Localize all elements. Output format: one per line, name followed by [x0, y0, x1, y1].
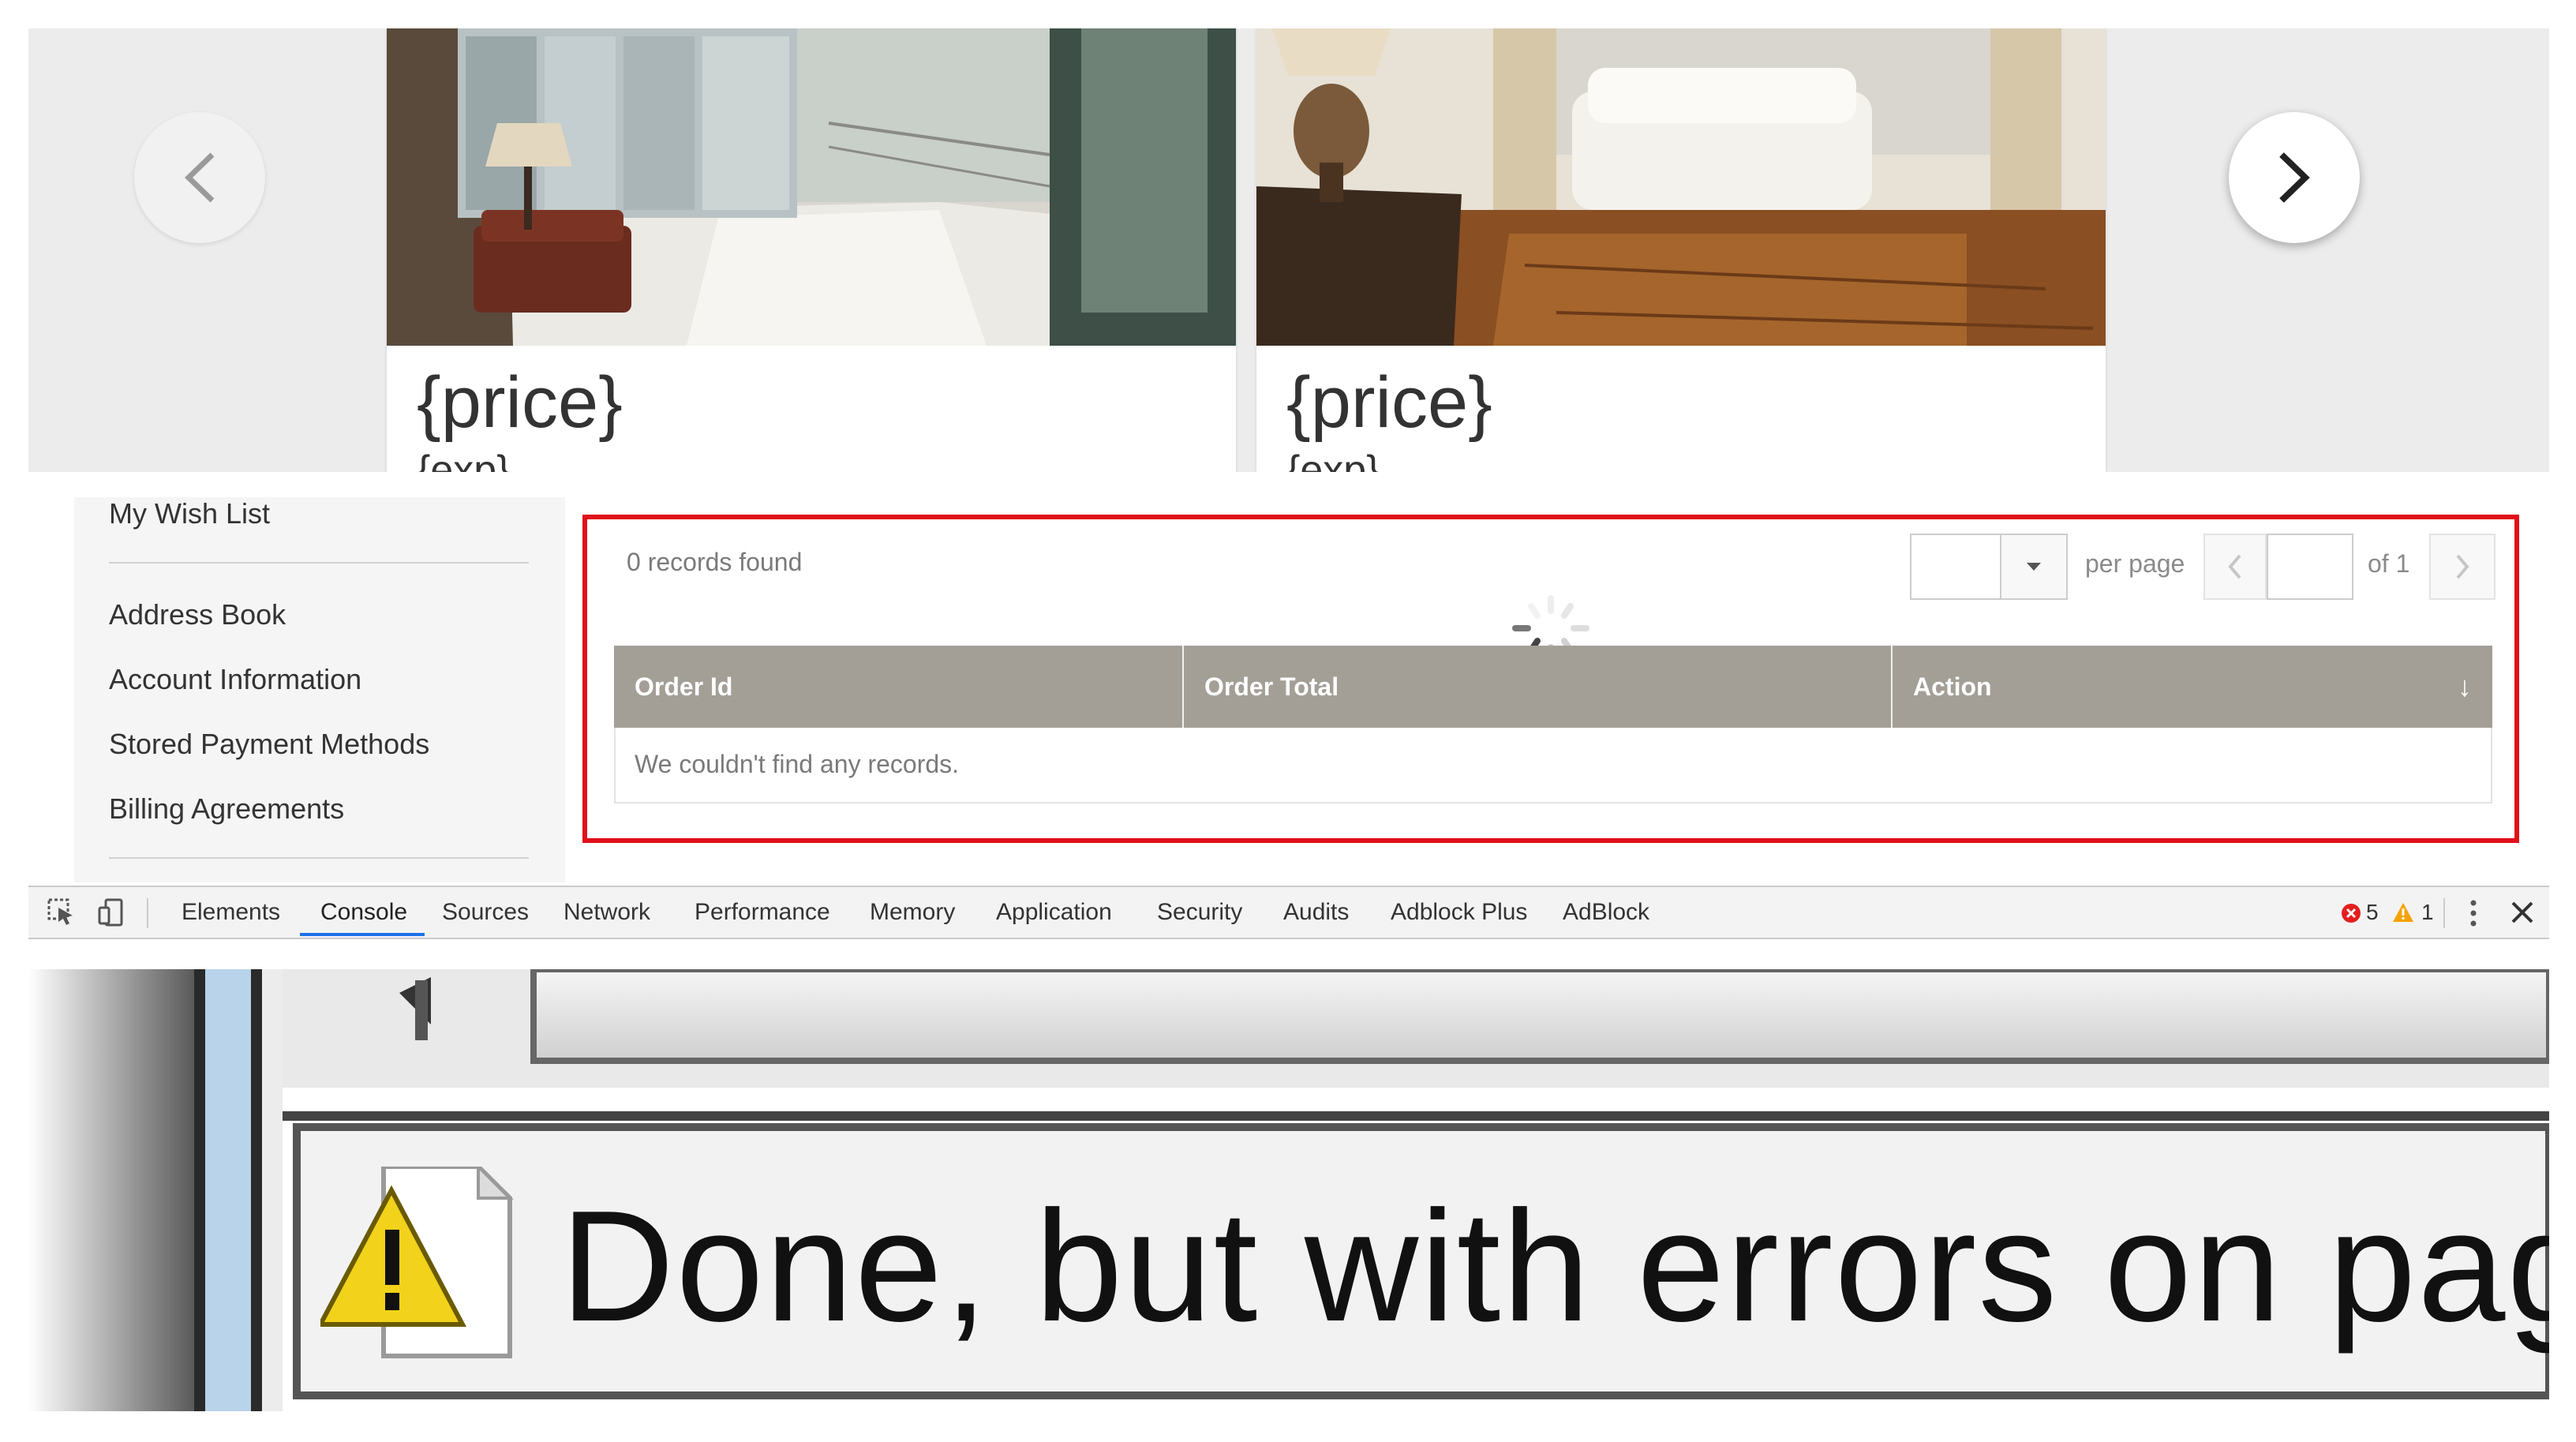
- toolbar-divider: [147, 898, 148, 928]
- sort-down-icon[interactable]: ↓: [2458, 646, 2472, 728]
- tab-audits[interactable]: Audits: [1283, 887, 1349, 938]
- sidebar-item-account-information[interactable]: Account Information: [109, 663, 361, 696]
- listing-photo: [387, 28, 1236, 346]
- caret-down-icon: [2027, 563, 2041, 571]
- per-page-dropdown-toggle[interactable]: [2000, 535, 2066, 598]
- tab-performance[interactable]: Performance: [695, 887, 830, 938]
- listing-exp: {exp}: [417, 448, 511, 472]
- per-page-select[interactable]: [1910, 534, 2068, 600]
- listing-card[interactable]: {price} {exp}: [1256, 28, 2106, 472]
- carousel-prev-button[interactable]: [134, 112, 265, 243]
- warning-page-icon: [320, 1167, 514, 1358]
- active-tab-indicator: [300, 933, 425, 936]
- warning-icon[interactable]: [2391, 901, 2415, 923]
- tab-adblock[interactable]: AdBlock: [1563, 887, 1649, 938]
- records-found-count: 0 records found: [627, 548, 803, 576]
- listing-price: {price}: [1286, 362, 1492, 443]
- listing-card[interactable]: {price} {exp}: [387, 28, 1236, 472]
- sidebar-item-stored-payment-methods[interactable]: Stored Payment Methods: [109, 728, 429, 761]
- chevron-right-icon: [2279, 152, 2310, 203]
- inspect-icon[interactable]: [46, 897, 77, 928]
- chevron-left-icon: [2228, 554, 2241, 579]
- tab-security[interactable]: Security: [1157, 887, 1242, 938]
- listing-photo: [1256, 28, 2106, 346]
- tab-network[interactable]: Network: [564, 887, 650, 938]
- sidebar-item-address-book[interactable]: Address Book: [109, 598, 286, 631]
- status-message: Done, but with errors on page.: [560, 1178, 2549, 1354]
- column-header-order-total[interactable]: Order Total: [1184, 646, 1891, 728]
- tab-adblock-plus[interactable]: Adblock Plus: [1391, 887, 1527, 938]
- empty-grid-message: We couldn't find any records.: [635, 750, 960, 778]
- pager-prev-button[interactable]: [2203, 534, 2267, 600]
- listing-price: {price}: [417, 362, 623, 443]
- browser-status-bar: Done, but with errors on page.: [28, 969, 2549, 1411]
- toolbar-divider: [2443, 898, 2445, 928]
- listing-carousel: {price} {exp} {price} {exp}: [28, 28, 2549, 472]
- sidebar-divider: [109, 857, 529, 859]
- tab-console[interactable]: Console: [320, 887, 407, 938]
- grid-header-row: Order Id Order Total Action ↓: [614, 646, 2492, 728]
- error-count[interactable]: 5: [2366, 887, 2379, 938]
- device-toolbar-icon[interactable]: [96, 897, 128, 928]
- column-header-order-id[interactable]: Order Id: [614, 646, 1182, 728]
- per-page-label: per page: [2085, 549, 2185, 578]
- more-vertical-icon[interactable]: [2469, 898, 2478, 928]
- page-number-input[interactable]: [2267, 534, 2353, 600]
- devtools-toolbar: Elements Console Sources Network Perform…: [28, 886, 2549, 939]
- warning-count[interactable]: 1: [2421, 887, 2434, 938]
- sidebar-item-wish-list[interactable]: My Wish List: [109, 497, 270, 530]
- orders-grid: Order Id Order Total Action ↓ We couldn'…: [614, 646, 2492, 803]
- sidebar-item-billing-agreements[interactable]: Billing Agreements: [109, 792, 344, 826]
- chevron-left-icon: [184, 152, 215, 203]
- close-icon[interactable]: [2510, 900, 2535, 925]
- column-header-action[interactable]: Action: [1893, 646, 2492, 728]
- sidebar-divider: [109, 562, 529, 564]
- tab-application[interactable]: Application: [996, 887, 1112, 938]
- listing-exp: {exp}: [1286, 448, 1380, 472]
- chevron-right-icon: [2456, 554, 2469, 579]
- account-sidebar: My Wish List Address Book Account Inform…: [74, 497, 565, 882]
- pager-next-button[interactable]: [2429, 534, 2496, 600]
- tab-elements[interactable]: Elements: [182, 887, 280, 938]
- total-pages-label: of 1: [2368, 549, 2410, 578]
- tab-memory[interactable]: Memory: [870, 887, 955, 938]
- tab-sources[interactable]: Sources: [442, 887, 529, 938]
- carousel-next-button[interactable]: [2229, 112, 2360, 243]
- error-icon[interactable]: [2341, 903, 2361, 923]
